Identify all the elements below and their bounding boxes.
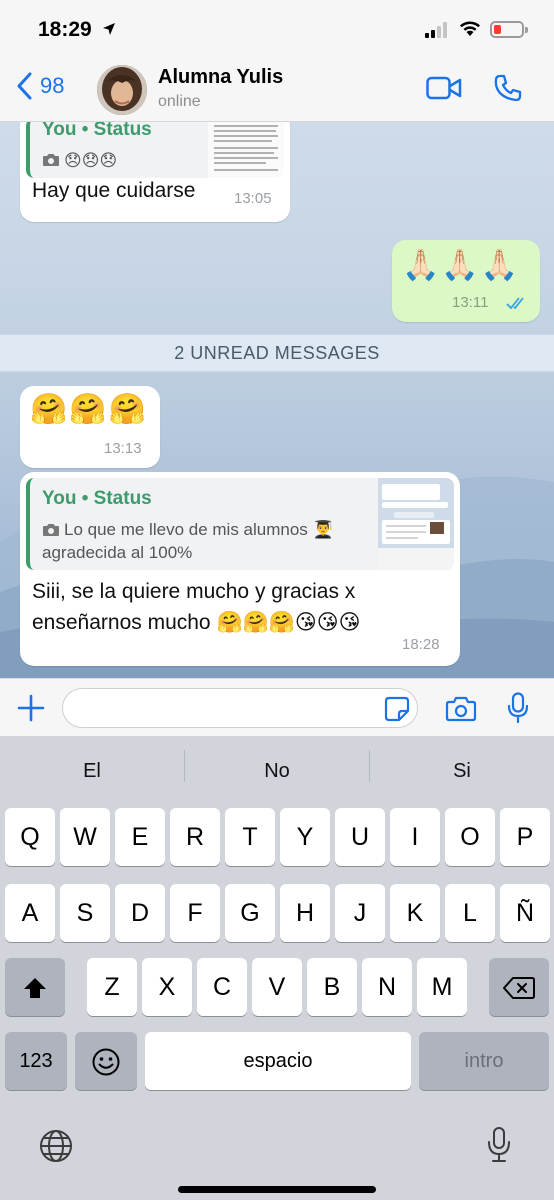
status-bar: 18:29 [0,0,554,58]
key-a[interactable]: A [5,884,55,942]
chevron-left-icon [17,72,32,100]
quoted-author: You • Status [42,488,152,509]
key-h[interactable]: H [280,884,330,942]
key-u[interactable]: U [335,808,385,866]
suggestion-no[interactable]: No [185,746,369,796]
key-m[interactable]: M [417,958,467,1016]
quoted-text: 😞😞😞 [64,151,118,170]
shift-arrow-icon [24,978,46,999]
key-x[interactable]: X [142,958,192,1016]
key-enye[interactable]: Ñ [500,884,550,942]
key-w[interactable]: W [60,808,110,866]
quoted-status[interactable]: You • Status 😞😞😞 [26,122,284,178]
emoji-key[interactable] [75,1032,137,1090]
key-t[interactable]: T [225,808,275,866]
microphone-icon[interactable] [507,692,529,724]
keyboard: El No Si Q W E R T Y U I O P A S D F G H… [0,736,554,1200]
key-k[interactable]: K [390,884,440,942]
dictation-microphone-icon[interactable] [486,1126,512,1164]
chat-header: 98 Alumna Yulis online [0,58,554,122]
key-f[interactable]: F [170,884,220,942]
key-e[interactable]: E [115,808,165,866]
suggestion-si[interactable]: Si [370,746,554,796]
key-o[interactable]: O [445,808,495,866]
unread-messages-label: 2 UNREAD MESSAGES [174,343,380,363]
message-text: 🤗🤗🤗 [30,393,149,426]
message-text: Siii, se la quiere mucho y gracias x ens… [32,580,361,634]
plus-icon[interactable] [16,693,46,723]
back-button[interactable]: 98 [16,72,64,100]
message-composer [0,678,554,736]
suggestion-el[interactable]: El [0,746,184,796]
status-thumbnail [378,478,454,570]
backspace-icon [503,977,535,1000]
key-j[interactable]: J [335,884,385,942]
key-q[interactable]: Q [5,808,55,866]
clock: 18:29 [38,18,92,41]
key-l[interactable]: L [445,884,495,942]
message-time: 13:13 [104,440,142,457]
emoji-icon [92,1048,120,1076]
key-i[interactable]: I [390,808,440,866]
key-d[interactable]: D [115,884,165,942]
phone-call-icon[interactable] [494,74,522,102]
message-bubble-outgoing[interactable]: 🙏🏻🙏🏻🙏🏻 13:11 [392,240,540,322]
quoted-status[interactable]: You • Status Lo que me llevo de mis alum… [26,478,454,570]
numbers-key[interactable]: 123 [5,1032,67,1090]
video-call-icon[interactable] [426,76,462,100]
camera-icon[interactable] [445,696,477,722]
quoted-text: Lo que me llevo de mis alumnos 👨‍🎓 agrad… [42,520,334,562]
unread-messages-banner: 2 UNREAD MESSAGES [0,334,554,372]
key-y[interactable]: Y [280,808,330,866]
key-r[interactable]: R [170,808,220,866]
double-check-read-icon [506,297,524,310]
battery-icon [490,21,528,38]
key-p[interactable]: P [500,808,550,866]
key-s[interactable]: S [60,884,110,942]
message-bubble-incoming[interactable]: 🤗🤗🤗 13:13 [20,386,160,468]
delete-key[interactable] [489,958,549,1016]
contact-status: online [158,93,201,110]
message-text: Hay que cuidarse [32,179,196,202]
globe-icon[interactable] [38,1128,74,1164]
key-n[interactable]: N [362,958,412,1016]
avatar[interactable] [97,65,147,115]
message-text: 🙏🏻🙏🏻🙏🏻 [402,249,521,282]
message-time: 18:28 [402,636,440,653]
status-thumbnail [208,122,284,178]
chat-area[interactable]: You • Status 😞😞😞 Hay que cuidarse 13:05 … [0,122,554,678]
message-input[interactable] [62,688,418,728]
unread-chats-count: 98 [40,73,65,98]
sticker-icon[interactable] [384,696,410,722]
camera-icon [43,154,59,166]
quoted-author: You • Status [42,122,152,140]
wifi-icon [460,21,480,36]
message-time: 13:05 [234,190,272,207]
message-bubble-incoming[interactable]: You • Status Lo que me llevo de mis alum… [20,472,460,666]
space-key[interactable]: espacio [145,1032,411,1090]
key-v[interactable]: V [252,958,302,1016]
contact-name[interactable]: Alumna Yulis [158,66,283,89]
key-b[interactable]: B [307,958,357,1016]
shift-key[interactable] [5,958,65,1016]
key-g[interactable]: G [225,884,275,942]
location-arrow-icon [103,23,115,35]
return-key[interactable]: intro [419,1032,549,1090]
home-indicator[interactable] [178,1186,376,1193]
cellular-signal-icon [425,22,447,38]
key-c[interactable]: C [197,958,247,1016]
key-z[interactable]: Z [87,958,137,1016]
message-time: 13:11 [452,294,489,311]
message-bubble-incoming[interactable]: You • Status 😞😞😞 Hay que cuidarse 13:05 [20,122,290,222]
